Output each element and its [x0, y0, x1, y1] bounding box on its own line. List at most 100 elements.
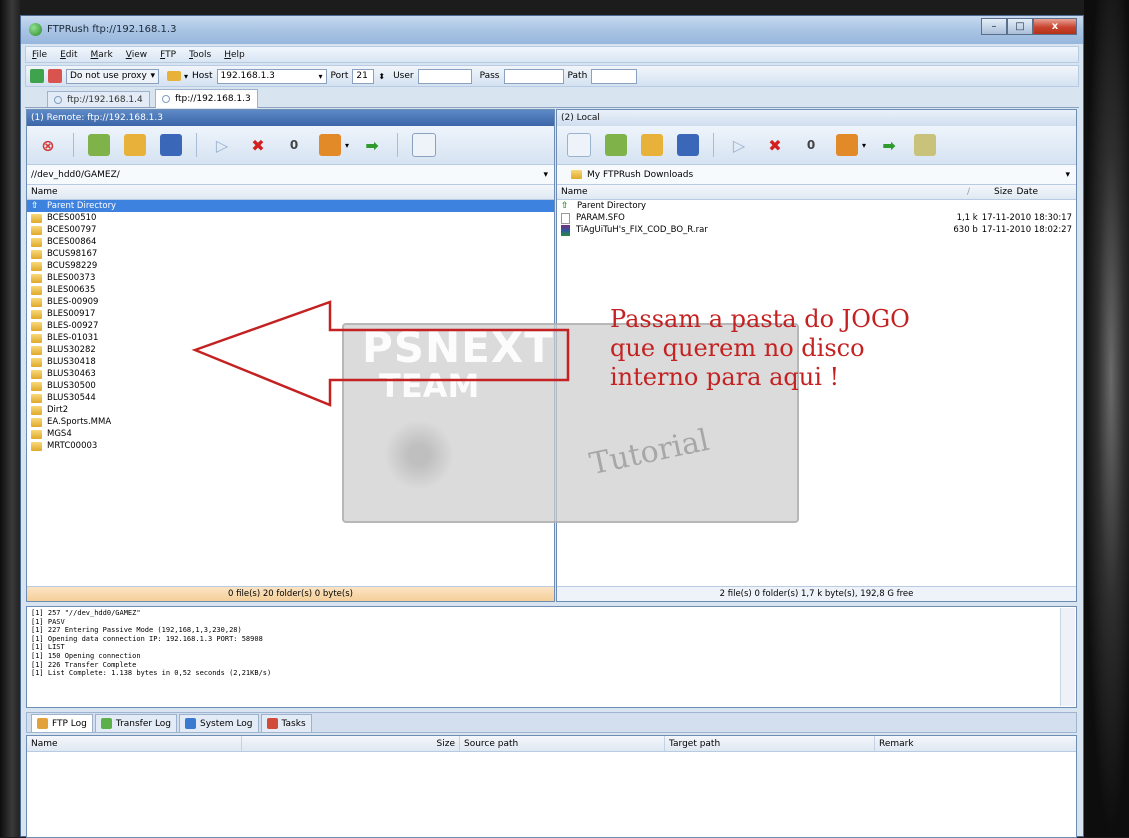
red-arrow-annotation	[191, 300, 570, 407]
delete-icon[interactable]: ✖	[764, 134, 786, 156]
tasks-icon	[266, 718, 278, 729]
column-name[interactable]: Name	[27, 736, 242, 751]
transfer-arrow-icon[interactable]: ➡	[878, 134, 900, 156]
bookmark-book-icon[interactable]	[160, 134, 182, 156]
tab-tasks[interactable]: Tasks	[260, 714, 312, 732]
folder-row[interactable]: BCUS98167	[27, 248, 554, 260]
column-size[interactable]: Size	[994, 187, 1012, 197]
local-path-bar[interactable]: My FTPRush Downloads ▾	[557, 165, 1076, 185]
port-spinner-icon[interactable]: ⬍	[378, 72, 385, 81]
pass-input[interactable]	[503, 68, 564, 84]
row-name: BLES-01031	[47, 333, 99, 343]
parent-directory-row[interactable]: ⇧ Parent Directory	[557, 200, 1076, 212]
delete-icon[interactable]: ✖	[247, 134, 269, 156]
menu-file[interactable]: File	[32, 50, 47, 60]
rename-icon[interactable]: 0	[283, 134, 305, 156]
tab-system-log[interactable]: System Log	[179, 714, 259, 732]
folder-icon	[31, 261, 42, 271]
rename-icon[interactable]: 0	[800, 134, 822, 156]
tab-session-1[interactable]: ftp://192.168.1.4	[47, 91, 150, 107]
session-icon	[162, 95, 170, 103]
menu-tools[interactable]: Tools	[189, 50, 211, 60]
refresh-icon[interactable]	[88, 134, 110, 156]
row-name: Parent Directory	[47, 201, 117, 211]
column-size[interactable]: Size	[242, 736, 460, 751]
folder-row[interactable]: BCUS98229	[27, 260, 554, 272]
proxy-select[interactable]: Do not use proxy ▾	[66, 68, 159, 84]
view-log-icon[interactable]	[412, 133, 437, 157]
watermark-globe-graphic	[384, 420, 454, 490]
tab-label: Transfer Log	[115, 718, 172, 729]
disconnect-icon[interactable]: ⊗	[37, 134, 59, 156]
file-date: 17-11-2010 18:02:27	[981, 225, 1072, 235]
column-source-path[interactable]: Source path	[460, 736, 665, 751]
bookmark-book-icon[interactable]	[677, 134, 699, 156]
toolbar-separator	[713, 133, 714, 157]
column-name[interactable]: Name	[557, 187, 588, 197]
bookmark-icon[interactable]	[167, 71, 181, 81]
menu-edit[interactable]: Edit	[60, 50, 77, 60]
chevron-down-icon[interactable]: ▾	[345, 141, 349, 150]
menu-help[interactable]: Help	[224, 50, 245, 60]
file-size: 1,1 k	[956, 213, 978, 223]
chevron-down-icon[interactable]: ▾	[543, 170, 548, 180]
desktop-background-right	[1084, 0, 1129, 837]
drive-icon[interactable]	[567, 133, 591, 157]
user-input[interactable]	[417, 68, 472, 84]
row-name: MRTC00003	[47, 441, 98, 451]
new-folder-icon[interactable]	[641, 134, 663, 156]
menu-view[interactable]: View	[126, 50, 147, 60]
transfer-queue: Name Size Source path Target path Remark	[26, 735, 1077, 838]
local-toolbar: ▷ ✖ 0 ▾ ➡	[557, 126, 1076, 165]
log-scrollbar[interactable]	[1060, 608, 1075, 706]
menu-mark[interactable]: Mark	[91, 50, 113, 60]
folder-icon	[31, 405, 42, 415]
folder-icon	[31, 333, 42, 343]
tab-transfer-log[interactable]: Transfer Log	[94, 714, 178, 732]
site-manager-icon[interactable]	[48, 69, 62, 83]
annotation-text: Passam a pasta do JOGO que querem no dis…	[610, 305, 910, 391]
folder-row[interactable]: BCES00864	[27, 236, 554, 248]
path-input[interactable]	[591, 68, 638, 84]
column-remark[interactable]: Remark	[875, 736, 1075, 751]
file-row[interactable]: TiAgUiTuH's_FIX_COD_BO_R.rar 630 b 17-11…	[557, 224, 1076, 236]
file-row[interactable]: PARAM.SFO 1,1 k 17-11-2010 18:30:17	[557, 212, 1076, 224]
maximize-button[interactable]: □	[1007, 18, 1033, 35]
column-date[interactable]: Date	[1016, 187, 1038, 197]
column-target-path[interactable]: Target path	[665, 736, 875, 751]
folder-icon	[31, 213, 42, 223]
row-name: BCES00510	[47, 213, 97, 223]
remote-path-bar[interactable]: //dev_hdd0/GAMEZ/ ▾	[27, 165, 554, 185]
chevron-down-icon[interactable]: ▾	[862, 141, 866, 150]
tab-ftp-log[interactable]: FTP Log	[31, 714, 93, 732]
play-icon[interactable]: ▷	[728, 134, 750, 156]
row-name: BLES-00927	[47, 321, 99, 331]
folder-row[interactable]: BCES00797	[27, 224, 554, 236]
filter-icon[interactable]	[319, 134, 341, 156]
row-name: BLUS30544	[47, 393, 96, 403]
transfer-arrow-icon[interactable]: ➡	[361, 134, 383, 156]
folder-row[interactable]: BCES00510	[27, 212, 554, 224]
view-log-icon[interactable]	[914, 134, 937, 156]
port-input[interactable]: 21	[352, 68, 375, 84]
refresh-icon[interactable]	[605, 134, 627, 156]
connect-icon[interactable]	[30, 69, 44, 83]
tab-session-2[interactable]: ftp://192.168.1.3	[155, 89, 258, 108]
file-name: PARAM.SFO	[576, 213, 625, 223]
close-button[interactable]: x	[1033, 18, 1077, 35]
log-line: [1] 226 Transfer Complete	[31, 660, 137, 669]
filter-icon[interactable]	[836, 134, 858, 156]
folder-icon	[31, 321, 42, 331]
new-folder-icon[interactable]	[124, 134, 146, 156]
parent-directory-row[interactable]: ⇧ Parent Directory	[27, 200, 554, 212]
host-input[interactable]: 192.168.1.3 ▾	[216, 68, 327, 84]
folder-row[interactable]: BLES00373	[27, 272, 554, 284]
transfer-column-header: Name Size Source path Target path Remark	[27, 736, 1076, 752]
play-icon[interactable]: ▷	[211, 134, 233, 156]
chevron-down-icon[interactable]: ▾	[1065, 170, 1070, 180]
chevron-down-icon[interactable]: ▾	[184, 72, 188, 81]
menu-ftp[interactable]: FTP	[160, 50, 176, 60]
minimize-button[interactable]: –	[981, 18, 1007, 35]
column-name[interactable]: Name	[27, 187, 58, 197]
folder-row[interactable]: BLES00635	[27, 284, 554, 296]
